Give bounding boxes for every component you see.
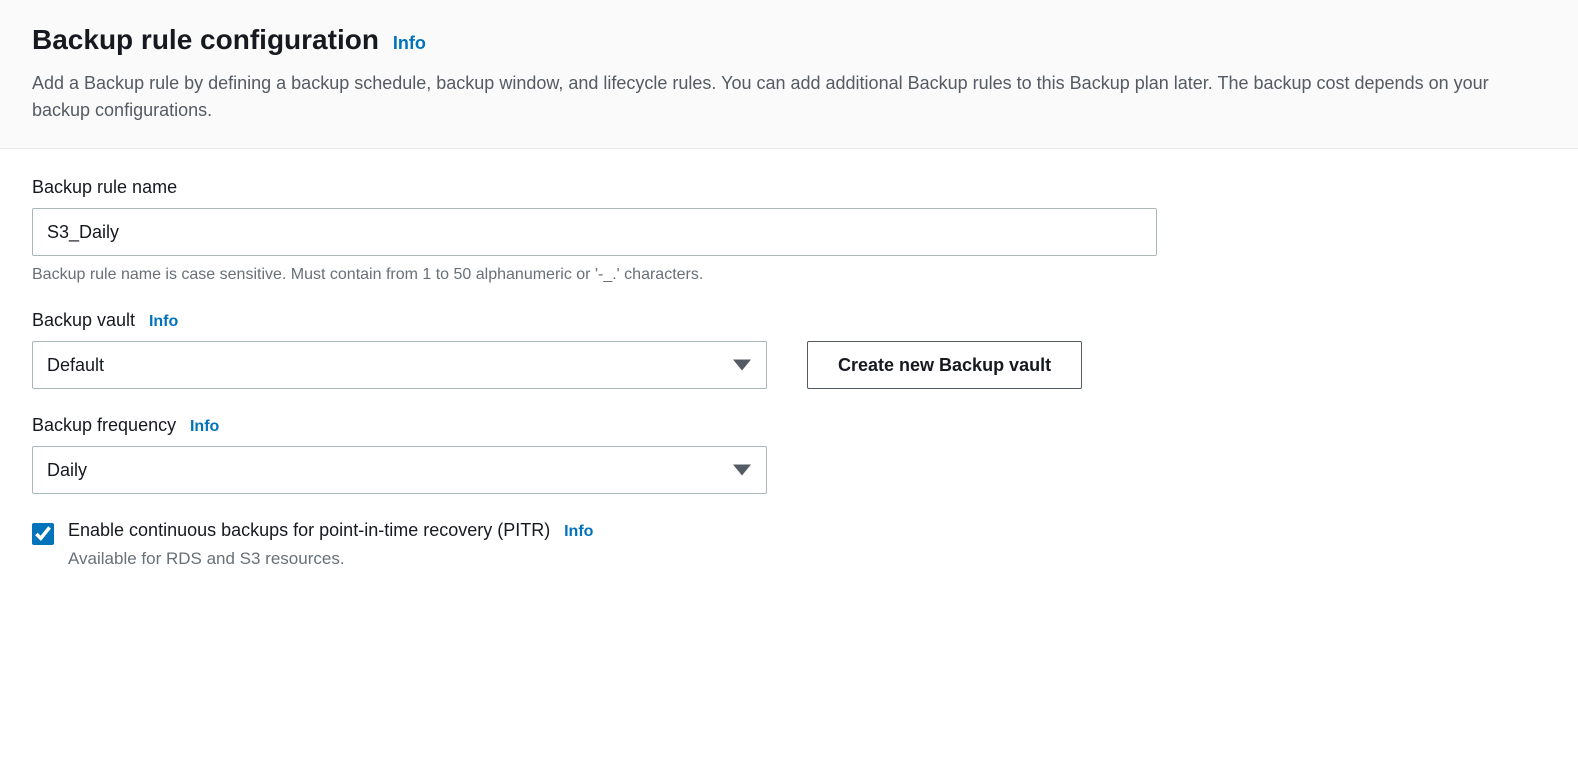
backup-vault-info-link[interactable]: Info	[149, 313, 178, 330]
rule-name-input[interactable]	[32, 208, 1157, 256]
pitr-helper: Available for RDS and S3 resources.	[68, 549, 1546, 569]
create-new-backup-vault-button[interactable]: Create new Backup vault	[807, 341, 1082, 389]
backup-frequency-select[interactable]: Daily	[32, 446, 767, 494]
header-info-link[interactable]: Info	[393, 33, 426, 53]
backup-frequency-field: Backup frequency Info Daily	[32, 415, 1546, 494]
page-description: Add a Backup rule by defining a backup s…	[32, 70, 1546, 124]
backup-frequency-label: Backup frequency	[32, 415, 176, 435]
pitr-info-link[interactable]: Info	[564, 523, 593, 540]
backup-vault-label: Backup vault	[32, 310, 135, 330]
rule-name-field: Backup rule name Backup rule name is cas…	[32, 177, 1546, 284]
backup-vault-field: Backup vault Info Default Create new Bac…	[32, 310, 1546, 389]
pitr-label: Enable continuous backups for point-in-t…	[68, 520, 550, 540]
pitr-checkbox[interactable]	[32, 523, 54, 545]
rule-name-helper: Backup rule name is case sensitive. Must…	[32, 266, 1546, 284]
header-section: Backup rule configuration Info Add a Bac…	[0, 0, 1578, 149]
backup-frequency-info-link[interactable]: Info	[190, 418, 219, 435]
backup-vault-select[interactable]: Default	[32, 341, 767, 389]
page-title: Backup rule configuration	[32, 24, 379, 55]
rule-name-label: Backup rule name	[32, 177, 177, 197]
pitr-field: Enable continuous backups for point-in-t…	[32, 520, 1546, 569]
form-section: Backup rule name Backup rule name is cas…	[0, 149, 1578, 623]
